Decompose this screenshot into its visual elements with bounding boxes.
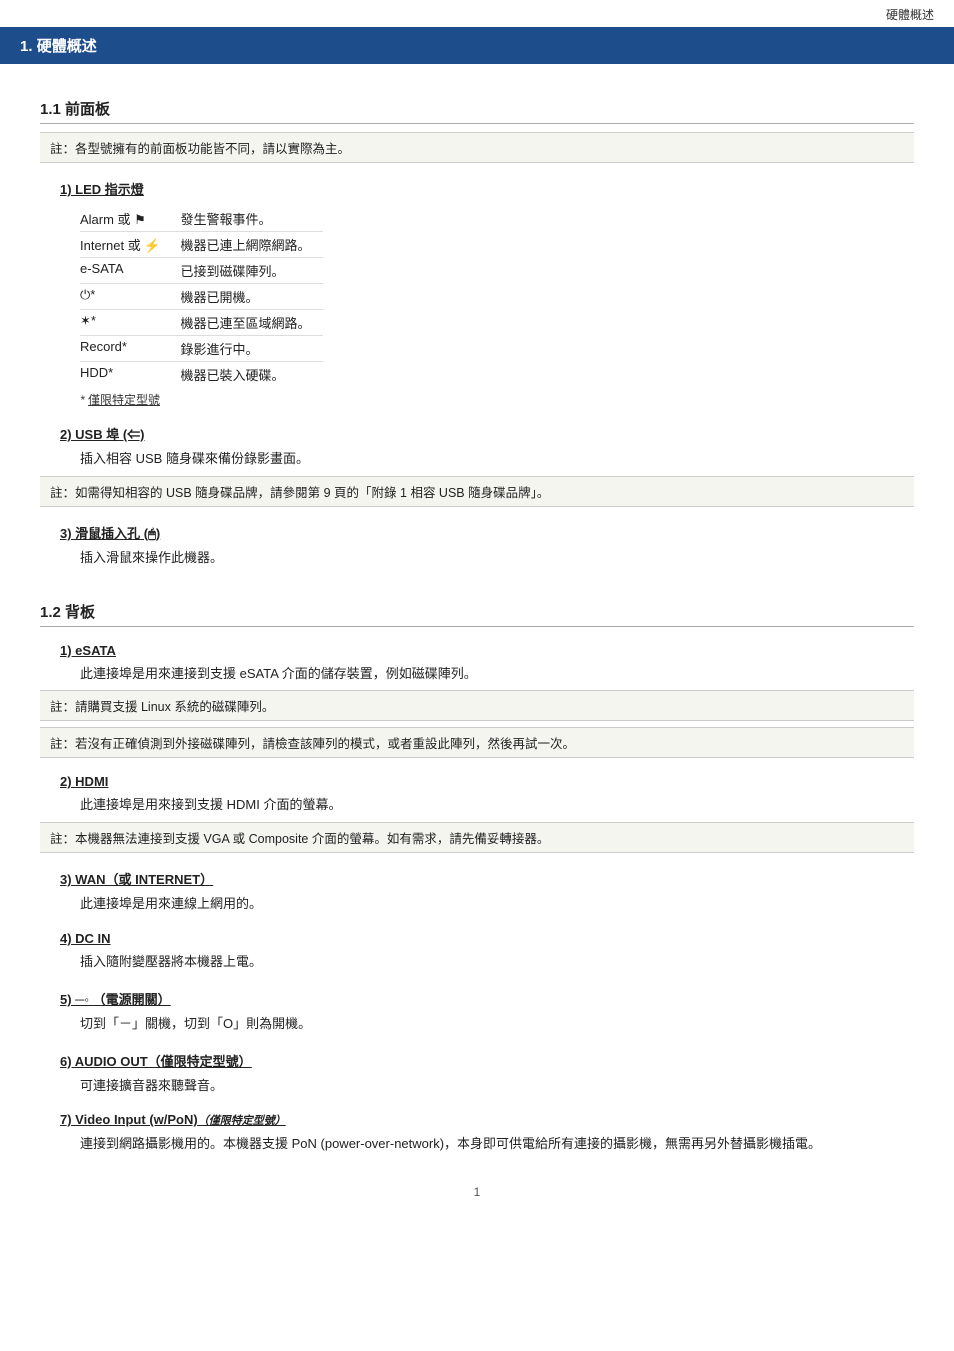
led-desc-lan: 機器已連至區域網路。	[181, 310, 323, 336]
table-row: Alarm 或 ⚑ 發生警報事件。	[80, 206, 323, 232]
item-dcin-title: 4) DC IN	[60, 931, 914, 946]
esata-note2: 註：若沒有正確偵測到外接磁碟陣列，請檢查該陣列的模式，或者重設此陣列，然後再試一…	[40, 727, 914, 758]
subsection-1-1-title: 前面板	[65, 101, 110, 118]
section1-note2: 註：如需得知相容的 USB 隨身碟品牌，請參閱第 9 頁的「附錄 1 相容 US…	[40, 476, 914, 507]
led-label-internet: Internet 或 ⚡	[80, 232, 181, 258]
item-wan: 3) WAN（或 INTERNET） 此連接埠是用來連線上網用的。	[60, 869, 914, 915]
item-powerswitch: 5) ─◦ （電源開關） 切到「－」關機，切到「О」則為開機。	[60, 989, 914, 1035]
item-usb-title: 2) USB 埠 (⇐)	[60, 424, 914, 443]
led-label-hdd: HDD*	[80, 362, 181, 388]
item-usb: 2) USB 埠 (⇐) 插入相容 USB 隨身碟來備份錄影畫面。	[60, 424, 914, 470]
section-header: 1. 硬體概述	[0, 27, 954, 64]
item-dcin-desc: 插入隨附變壓器將本機器上電。	[80, 952, 914, 973]
led-desc-power: 機器已開機。	[181, 284, 323, 310]
subsection-1-2-title: 背板	[65, 604, 95, 621]
item-mouse-title: 3) 滑鼠插入孔 (🖱)	[60, 523, 914, 542]
hdmi-note: 註：本機器無法連接到支援 VGA 或 Composite 介面的螢幕。如有需求，…	[40, 822, 914, 853]
item-hdmi-title: 2) HDMI	[60, 774, 914, 789]
item-powerswitch-title: 5) ─◦ （電源開關）	[60, 989, 914, 1008]
item-usb-desc: 插入相容 USB 隨身碟來備份錄影畫面。	[80, 449, 914, 470]
led-desc-hdd: 機器已裝入硬碟。	[181, 362, 323, 388]
item-mouse: 3) 滑鼠插入孔 (🖱) 插入滑鼠來操作此機器。	[60, 523, 914, 569]
section-number: 1.	[20, 38, 33, 55]
item-audioout-desc: 可連接擴音器來聽聲音。	[80, 1076, 914, 1097]
led-label-lan: ✶*	[80, 310, 181, 336]
item-hdmi-desc: 此連接埠是用來接到支援 HDMI 介面的螢幕。	[80, 795, 914, 816]
page: 硬體概述 1. 硬體概述 1.1 前面板 註：各型號擁有的前面板功能皆不同，請以…	[0, 0, 954, 1249]
led-desc-alarm: 發生警報事件。	[181, 206, 323, 232]
led-label-power: ⏻*	[80, 284, 181, 310]
led-desc-internet: 機器已連上網際網路。	[181, 232, 323, 258]
item-audioout-title: 6) AUDIO OUT（僅限特定型號）	[60, 1051, 914, 1070]
top-bar: 硬體概述	[0, 0, 954, 27]
table-row: HDD* 機器已裝入硬碟。	[80, 362, 323, 388]
section-title: 硬體概述	[37, 38, 97, 55]
table-row: Internet 或 ⚡ 機器已連上網際網路。	[80, 232, 323, 258]
item-esata: 1) eSATA 此連接埠是用來連接到支援 eSATA 介面的儲存裝置，例如磁碟…	[60, 643, 914, 685]
table-row: ⏻* 機器已開機。	[80, 284, 323, 310]
item-dcin: 4) DC IN 插入隨附變壓器將本機器上電。	[60, 931, 914, 973]
item-wan-title: 3) WAN（或 INTERNET）	[60, 869, 914, 888]
led-label-record: Record*	[80, 336, 181, 362]
led-label-alarm: Alarm 或 ⚑	[80, 206, 181, 232]
item-videoinput: 7) Video Input (w/PoN)（僅限特定型號） 連接到網路攝影機用…	[60, 1112, 914, 1155]
led-desc-record: 錄影進行中。	[181, 336, 323, 362]
table-row: e-SATA 已接到磁碟陣列。	[80, 258, 323, 284]
esata-note1: 註：請購買支援 Linux 系統的磁碟陣列。	[40, 690, 914, 721]
item-led-title: 1) LED 指示燈	[60, 179, 914, 198]
led-label-esata: e-SATA	[80, 258, 181, 284]
table-row: Record* 錄影進行中。	[80, 336, 323, 362]
top-bar-label: 硬體概述	[886, 8, 934, 22]
page-number: 1	[40, 1185, 914, 1209]
item-mouse-desc: 插入滑鼠來操作此機器。	[80, 548, 914, 569]
item-esata-desc: 此連接埠是用來連接到支援 eSATA 介面的儲存裝置，例如磁碟陣列。	[80, 664, 914, 685]
subsection-1-1: 1.1 前面板	[40, 98, 914, 124]
led-table: Alarm 或 ⚑ 發生警報事件。 Internet 或 ⚡ 機器已連上網際網路…	[80, 206, 323, 387]
item-videoinput-title: 7) Video Input (w/PoN)（僅限特定型號）	[60, 1112, 914, 1128]
led-desc-esata: 已接到磁碟陣列。	[181, 258, 323, 284]
item-wan-desc: 此連接埠是用來連線上網用的。	[80, 894, 914, 915]
item-audioout: 6) AUDIO OUT（僅限特定型號） 可連接擴音器來聽聲音。	[60, 1051, 914, 1097]
table-row: ✶* 機器已連至區域網路。	[80, 310, 323, 336]
led-footnote: * 僅限特定型號	[80, 391, 914, 408]
item-powerswitch-desc: 切到「－」關機，切到「О」則為開機。	[80, 1014, 914, 1035]
item-hdmi: 2) HDMI 此連接埠是用來接到支援 HDMI 介面的螢幕。	[60, 774, 914, 816]
item-esata-title: 1) eSATA	[60, 643, 914, 658]
section1-note: 註：各型號擁有的前面板功能皆不同，請以實際為主。	[40, 132, 914, 163]
subsection-1-2-number: 1.2	[40, 604, 61, 621]
main-content: 1.1 前面板 註：各型號擁有的前面板功能皆不同，請以實際為主。 1) LED …	[0, 64, 954, 1249]
item-videoinput-desc: 連接到網路攝影機用的。本機器支援 PoN (power-over-network…	[80, 1134, 914, 1155]
item-led: 1) LED 指示燈 Alarm 或 ⚑ 發生警報事件。 Internet 或 …	[60, 179, 914, 408]
subsection-1-2: 1.2 背板	[40, 601, 914, 627]
subsection-1-1-number: 1.1	[40, 101, 61, 118]
